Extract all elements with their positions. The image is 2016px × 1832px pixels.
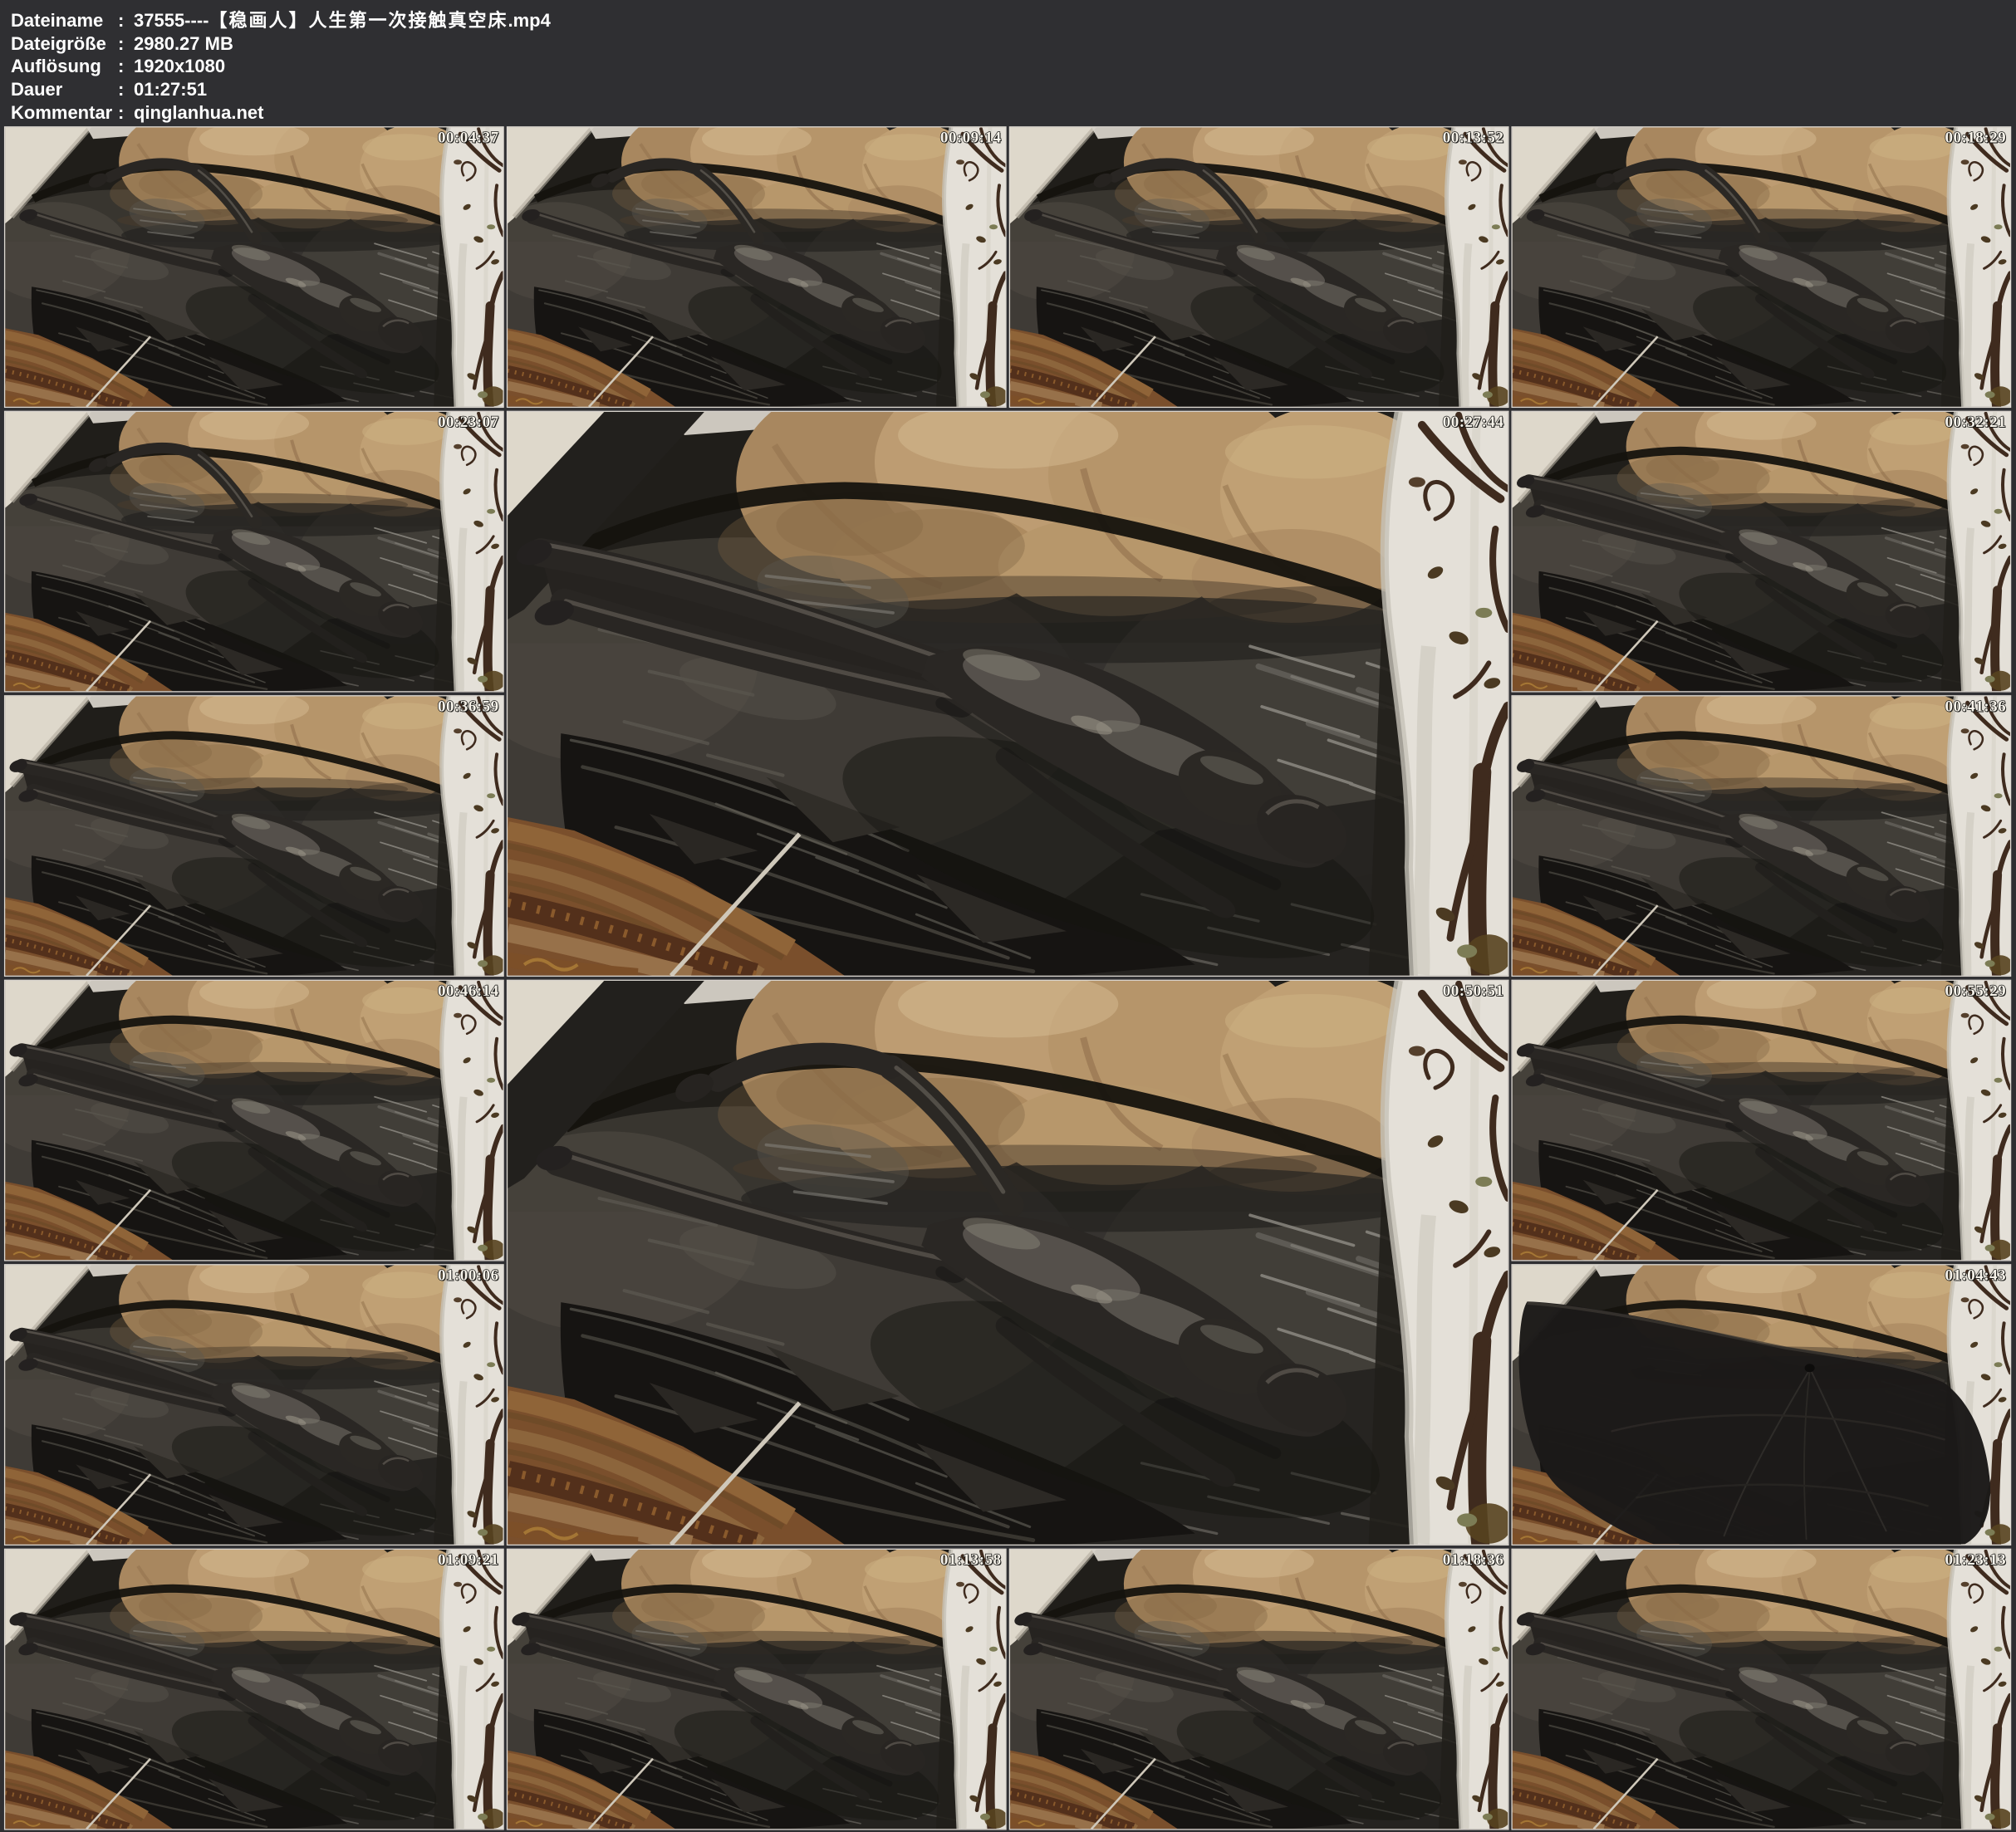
svg-text:00:23:07: 00:23:07 xyxy=(438,414,499,431)
svg-text:00:27:44: 00:27:44 xyxy=(1443,414,1504,431)
svg-text:01:00:06: 01:00:06 xyxy=(438,1266,499,1284)
svg-text:00:50:51: 00:50:51 xyxy=(1443,982,1504,1000)
svg-text:00:36:59: 00:36:59 xyxy=(438,698,499,715)
svg-text:00:46:14: 00:46:14 xyxy=(438,982,499,1000)
svg-text:01:23:13: 01:23:13 xyxy=(1945,1551,2006,1569)
svg-text:00:55:29: 00:55:29 xyxy=(1945,982,2006,1000)
svg-text:00:13:52: 00:13:52 xyxy=(1443,129,1504,146)
svg-text:00:09:14: 00:09:14 xyxy=(940,129,1002,146)
svg-text:01:09:21: 01:09:21 xyxy=(438,1551,499,1569)
svg-text:01:18:36: 01:18:36 xyxy=(1443,1551,1504,1569)
svg-text:00:32:21: 00:32:21 xyxy=(1945,414,2006,431)
svg-text:00:04:37: 00:04:37 xyxy=(438,129,499,146)
svg-text:00:18:29: 00:18:29 xyxy=(1945,129,2006,146)
svg-text:01:13:58: 01:13:58 xyxy=(940,1551,1002,1569)
svg-text:01:04:43: 01:04:43 xyxy=(1945,1266,2006,1284)
svg-text:00:41:36: 00:41:36 xyxy=(1945,698,2006,715)
